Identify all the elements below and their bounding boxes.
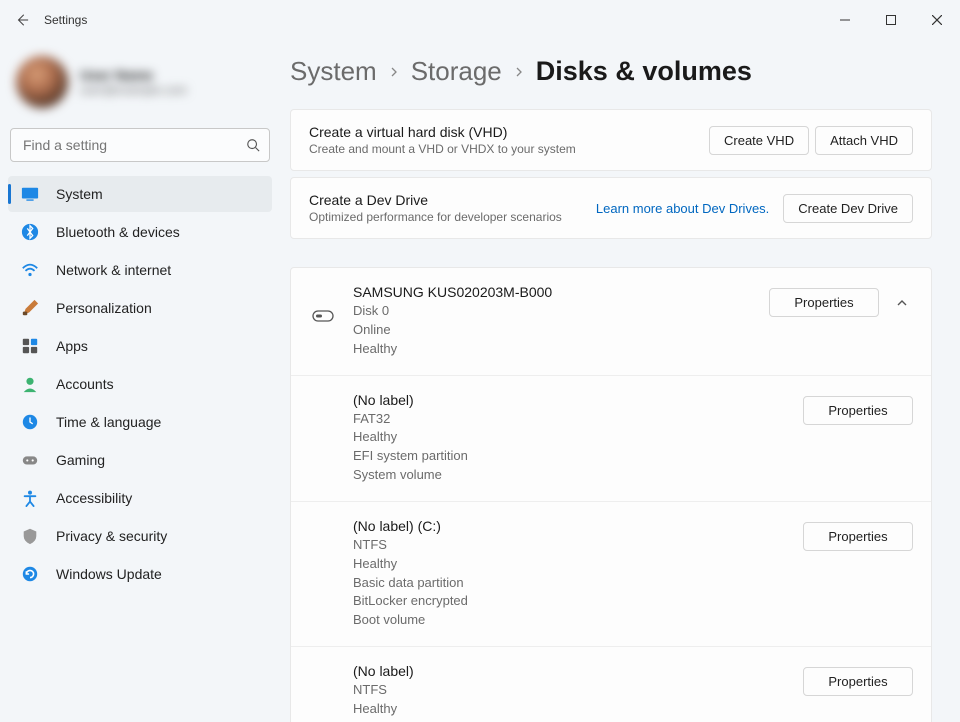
globe-clock-icon bbox=[20, 412, 40, 432]
accessibility-icon bbox=[20, 488, 40, 508]
nav: System Bluetooth & devices Network & int… bbox=[8, 176, 272, 592]
profile[interactable]: User Name user@example.com bbox=[8, 48, 272, 128]
update-icon bbox=[20, 564, 40, 584]
volume-properties-button[interactable]: Properties bbox=[803, 396, 913, 425]
card-title: Create a Dev Drive bbox=[309, 192, 582, 208]
disk-icon bbox=[312, 310, 334, 322]
content: System Storage Disks & volumes Create a … bbox=[280, 40, 960, 722]
nav-time-language[interactable]: Time & language bbox=[8, 404, 272, 440]
breadcrumb: System Storage Disks & volumes bbox=[290, 56, 932, 87]
nav-gaming[interactable]: Gaming bbox=[8, 442, 272, 478]
volume-type: EFI system partition bbox=[353, 447, 787, 466]
chevron-right-icon bbox=[389, 67, 399, 77]
volume-properties-button[interactable]: Properties bbox=[803, 522, 913, 551]
volume-properties-button[interactable]: Properties bbox=[803, 667, 913, 696]
volume-fs: NTFS bbox=[353, 536, 787, 555]
nav-accessibility[interactable]: Accessibility bbox=[8, 480, 272, 516]
titlebar: Settings bbox=[0, 0, 960, 40]
disk-panel: SAMSUNG KUS020203M-B000 Disk 0 Online He… bbox=[290, 267, 932, 722]
disk-properties-button[interactable]: Properties bbox=[769, 288, 879, 317]
volume-fs: FAT32 bbox=[353, 410, 787, 429]
nav-label: Accessibility bbox=[56, 490, 132, 506]
crumb-current: Disks & volumes bbox=[536, 56, 752, 87]
crumb-system[interactable]: System bbox=[290, 56, 377, 87]
volume-fs: NTFS bbox=[353, 681, 787, 700]
app-title: Settings bbox=[44, 13, 87, 27]
volume-row[interactable]: (No label) NTFS Healthy Microsoft recove… bbox=[291, 647, 931, 722]
volume-title: (No label) bbox=[353, 392, 787, 408]
maximize-button[interactable] bbox=[868, 4, 914, 36]
disk-status: Online bbox=[353, 321, 753, 340]
nav-privacy[interactable]: Privacy & security bbox=[8, 518, 272, 554]
nav-network[interactable]: Network & internet bbox=[8, 252, 272, 288]
card-subtitle: Create and mount a VHD or VHDX to your s… bbox=[309, 142, 695, 156]
nav-bluetooth[interactable]: Bluetooth & devices bbox=[8, 214, 272, 250]
nav-label: Gaming bbox=[56, 452, 105, 468]
nav-personalization[interactable]: Personalization bbox=[8, 290, 272, 326]
bluetooth-icon bbox=[20, 222, 40, 242]
disk-name: SAMSUNG KUS020203M-B000 bbox=[353, 284, 753, 300]
sidebar: User Name user@example.com System Blueto bbox=[0, 40, 280, 722]
nav-label: Windows Update bbox=[56, 566, 162, 582]
search-field[interactable] bbox=[10, 128, 270, 162]
wifi-icon bbox=[20, 260, 40, 280]
search-icon bbox=[246, 138, 260, 152]
profile-name: User Name bbox=[80, 67, 187, 83]
volume-health: Healthy bbox=[353, 428, 787, 447]
card-subtitle: Optimized performance for developer scen… bbox=[309, 210, 582, 224]
disk-row[interactable]: SAMSUNG KUS020203M-B000 Disk 0 Online He… bbox=[291, 268, 931, 376]
chevron-right-icon bbox=[514, 67, 524, 77]
disk-id: Disk 0 bbox=[353, 302, 753, 321]
volume-type: Basic data partition bbox=[353, 574, 787, 593]
nav-windows-update[interactable]: Windows Update bbox=[8, 556, 272, 592]
disk-health: Healthy bbox=[353, 340, 753, 359]
nav-system[interactable]: System bbox=[8, 176, 272, 212]
nav-label: Network & internet bbox=[56, 262, 171, 278]
nav-label: Privacy & security bbox=[56, 528, 167, 544]
volume-title: (No label) bbox=[353, 663, 787, 679]
create-devdrive-button[interactable]: Create Dev Drive bbox=[783, 194, 913, 223]
crumb-storage[interactable]: Storage bbox=[411, 56, 502, 87]
nav-label: Time & language bbox=[56, 414, 161, 430]
devdrive-card: Create a Dev Drive Optimized performance… bbox=[290, 177, 932, 239]
window-controls bbox=[822, 4, 960, 36]
profile-email: user@example.com bbox=[80, 83, 187, 97]
nav-label: Personalization bbox=[56, 300, 152, 316]
vhd-card: Create a virtual hard disk (VHD) Create … bbox=[290, 109, 932, 171]
nav-label: Bluetooth & devices bbox=[56, 224, 180, 240]
gamepad-icon bbox=[20, 450, 40, 470]
volume-extra2: Boot volume bbox=[353, 611, 787, 630]
volume-row[interactable]: (No label) FAT32 Healthy EFI system part… bbox=[291, 376, 931, 502]
close-button[interactable] bbox=[914, 4, 960, 36]
nav-accounts[interactable]: Accounts bbox=[8, 366, 272, 402]
attach-vhd-button[interactable]: Attach VHD bbox=[815, 126, 913, 155]
brush-icon bbox=[20, 298, 40, 318]
person-icon bbox=[20, 374, 40, 394]
avatar bbox=[16, 56, 68, 108]
shield-icon bbox=[20, 526, 40, 546]
nav-label: System bbox=[56, 186, 103, 202]
chevron-up-icon[interactable] bbox=[895, 296, 913, 310]
volume-extra: BitLocker encrypted bbox=[353, 592, 787, 611]
create-vhd-button[interactable]: Create VHD bbox=[709, 126, 809, 155]
volume-health: Healthy bbox=[353, 700, 787, 719]
devdrive-learn-more-link[interactable]: Learn more about Dev Drives. bbox=[596, 201, 769, 216]
nav-apps[interactable]: Apps bbox=[8, 328, 272, 364]
volume-extra: System volume bbox=[353, 466, 787, 485]
volume-health: Healthy bbox=[353, 555, 787, 574]
minimize-button[interactable] bbox=[822, 4, 868, 36]
apps-icon bbox=[20, 336, 40, 356]
volume-row[interactable]: (No label) (C:) NTFS Healthy Basic data … bbox=[291, 502, 931, 647]
card-title: Create a virtual hard disk (VHD) bbox=[309, 124, 695, 140]
nav-label: Accounts bbox=[56, 376, 114, 392]
back-button[interactable] bbox=[12, 10, 32, 30]
volume-title: (No label) (C:) bbox=[353, 518, 787, 534]
display-icon bbox=[20, 184, 40, 204]
nav-label: Apps bbox=[56, 338, 88, 354]
search-input[interactable] bbox=[10, 128, 270, 162]
